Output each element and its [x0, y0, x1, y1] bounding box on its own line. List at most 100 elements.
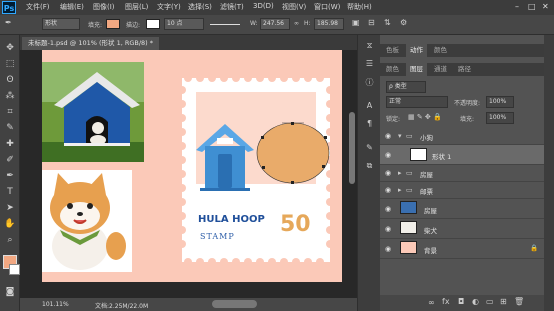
character-icon[interactable]: A: [363, 101, 376, 113]
expand-arrow-icon[interactable]: ▸: [398, 186, 402, 194]
expand-arrow-icon[interactable]: ▸: [398, 169, 402, 177]
lock-icons[interactable]: ▦ ✎ ✥ 🔒: [408, 113, 442, 121]
menu-3d[interactable]: 3D(D): [253, 2, 274, 10]
path-operations-icon[interactable]: ▣: [352, 18, 360, 27]
pen-tool-icon[interactable]: ✒: [5, 18, 12, 27]
brush-tool-icon[interactable]: ✐: [3, 153, 17, 167]
pen-tool-icon[interactable]: ✒: [3, 169, 17, 183]
new-layer-icon[interactable]: ⊞: [500, 297, 507, 306]
clone-source-icon[interactable]: ⧉: [363, 161, 376, 173]
layer-filter-select[interactable]: ρ 类型: [386, 81, 426, 93]
lock-icon: 🔒: [530, 244, 539, 252]
delete-layer-icon[interactable]: 🗑: [514, 297, 524, 306]
marquee-tool-icon[interactable]: ⬚: [3, 57, 17, 71]
path-alignment-icon[interactable]: ⊟: [368, 18, 375, 27]
oval-shape-layer[interactable]: [256, 122, 330, 184]
properties-icon[interactable]: ☰: [363, 59, 376, 71]
visibility-eye-icon[interactable]: ◉: [385, 245, 391, 253]
path-selection-tool-icon[interactable]: ➤: [3, 201, 17, 215]
menu-window[interactable]: 窗口(W): [314, 2, 340, 12]
dog-house-photo: [42, 62, 144, 162]
expand-arrow-icon[interactable]: ▾: [398, 132, 402, 140]
width-input[interactable]: 247.56: [260, 18, 290, 30]
settings-gear-icon[interactable]: ⚙: [400, 18, 407, 27]
document-tab[interactable]: 未标题-1.psd @ 101% (形状 1, RGB/8) *: [22, 37, 160, 50]
layer-row[interactable]: ◉ 背景 🔒: [380, 239, 544, 259]
paragraph-icon[interactable]: ¶: [363, 119, 376, 131]
quick-mask-icon[interactable]: ◙: [3, 285, 17, 299]
blend-mode-select[interactable]: 正常: [386, 96, 448, 108]
stroke-width-input[interactable]: 10 点: [164, 18, 204, 30]
menu-help[interactable]: 帮助(H): [347, 2, 372, 12]
crop-tool-icon[interactable]: ⌗: [3, 105, 17, 119]
background-color-swatch[interactable]: [9, 264, 20, 275]
layer-row[interactable]: ◉ ▸ ▭ 房屋: [380, 165, 544, 182]
menu-layer[interactable]: 图层(L): [125, 2, 148, 12]
visibility-eye-icon[interactable]: ◉: [385, 205, 391, 213]
eyedropper-tool-icon[interactable]: ✎: [3, 121, 17, 135]
menu-select[interactable]: 选择(S): [188, 2, 212, 12]
layer-name: 背景: [424, 247, 437, 255]
fill-opacity-input[interactable]: 100%: [486, 112, 514, 124]
add-mask-icon[interactable]: ◘: [458, 297, 464, 306]
tab-channels[interactable]: 通道: [430, 63, 451, 76]
hand-tool-icon[interactable]: ✋: [3, 217, 17, 231]
history-icon[interactable]: ⧖: [363, 41, 376, 53]
zoom-tool-icon[interactable]: ⌕: [3, 233, 17, 247]
quick-select-tool-icon[interactable]: ⁂: [3, 89, 17, 103]
path-arrangement-icon[interactable]: ⇅: [384, 18, 391, 27]
healing-brush-tool-icon[interactable]: ✚: [3, 137, 17, 151]
visibility-eye-icon[interactable]: ◉: [385, 186, 391, 194]
tab-color[interactable]: 颜色: [430, 44, 451, 57]
menu-image[interactable]: 图像(I): [93, 2, 115, 12]
opacity-input[interactable]: 100%: [486, 96, 514, 108]
layer-name: 房屋: [420, 171, 433, 179]
stroke-type-line[interactable]: [210, 24, 240, 25]
visibility-eye-icon[interactable]: ◉: [385, 225, 391, 233]
info-icon[interactable]: ⓘ: [363, 77, 376, 89]
zoom-level[interactable]: 101.11%: [42, 301, 69, 308]
layer-row[interactable]: ◉ ▾ ▭ 小狗: [380, 128, 544, 145]
menu-file[interactable]: 文件(F): [26, 2, 50, 12]
layer-row[interactable]: ◉ 柴犬: [380, 219, 544, 239]
lasso-tool-icon[interactable]: ʘ: [3, 73, 17, 87]
menu-type[interactable]: 文字(Y): [157, 2, 181, 12]
adjustment-layer-icon[interactable]: ◐: [472, 297, 479, 306]
layer-row[interactable]: ◉ ▸ ▭ 邮票: [380, 182, 544, 199]
layers-panel-tabs: 颜色 图层 通道 路径: [380, 63, 544, 76]
tab-swatches[interactable]: 色板: [382, 44, 403, 57]
minimize-icon[interactable]: –: [515, 2, 519, 11]
layer-style-icon[interactable]: fx: [442, 297, 450, 306]
horizontal-scrollbar[interactable]: [212, 300, 257, 308]
visibility-eye-icon[interactable]: ◉: [385, 132, 391, 140]
brush-preset-icon[interactable]: ✎: [363, 143, 376, 155]
menu-edit[interactable]: 编辑(E): [60, 2, 84, 12]
document-canvas[interactable]: HULA HOOP STAMP 50: [42, 50, 342, 282]
menu-view[interactable]: 视图(V): [282, 2, 306, 12]
tab-color-2[interactable]: 颜色: [382, 63, 403, 76]
folder-icon: ▭: [406, 186, 413, 194]
tab-layers[interactable]: 图层: [406, 63, 427, 76]
fill-color-swatch[interactable]: [106, 19, 120, 29]
new-group-icon[interactable]: ▭: [486, 297, 494, 306]
status-bar: 101.11% 文档:2.25M/22.0M: [20, 298, 357, 311]
height-input[interactable]: 185.98: [314, 18, 344, 30]
link-layers-icon[interactable]: ∞: [428, 298, 435, 307]
menu-filter[interactable]: 滤镜(T): [220, 2, 244, 12]
tab-actions[interactable]: 动作: [406, 44, 427, 57]
visibility-eye-icon[interactable]: ◉: [385, 151, 391, 159]
type-tool-icon[interactable]: T: [3, 185, 17, 199]
layer-row-selected[interactable]: ◉ 形状 1: [380, 145, 544, 165]
tab-paths[interactable]: 路径: [454, 63, 475, 76]
move-tool-icon[interactable]: ✥: [3, 41, 17, 55]
vertical-scrollbar[interactable]: [349, 112, 355, 184]
background-thumbnail: [400, 241, 417, 254]
layer-row[interactable]: ◉ 房屋: [380, 199, 544, 219]
stroke-color-swatch[interactable]: [146, 19, 160, 29]
close-icon[interactable]: ✕: [542, 2, 549, 11]
visibility-eye-icon[interactable]: ◉: [385, 169, 391, 177]
artwork: [42, 62, 334, 272]
link-icon[interactable]: ∞: [294, 20, 299, 27]
shape-mode-select[interactable]: 形状: [42, 18, 80, 30]
maximize-icon[interactable]: □: [528, 2, 536, 11]
